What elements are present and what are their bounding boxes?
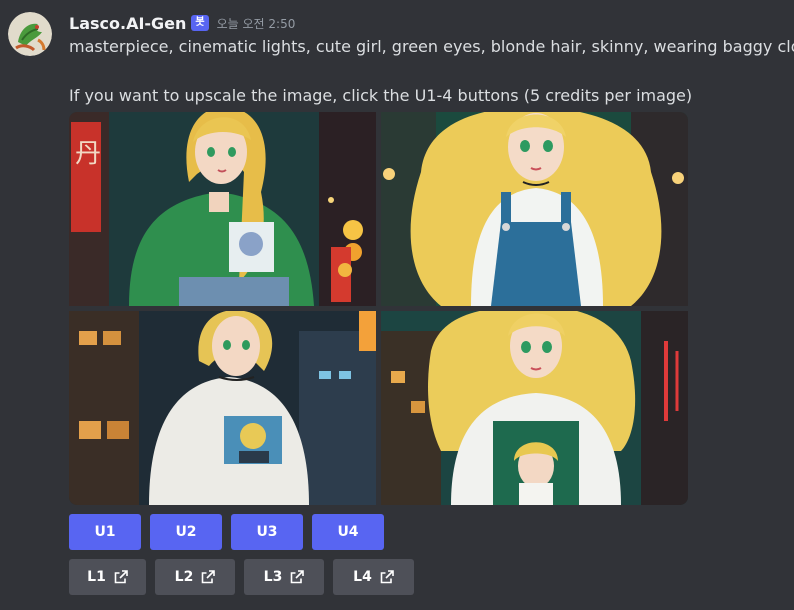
link-button-label: L2 — [174, 569, 194, 585]
external-link-icon — [290, 570, 305, 584]
message-timestamp: 오늘 오전 2:50 — [216, 16, 296, 31]
generated-image-4[interactable] — [381, 311, 688, 505]
avatar[interactable] — [8, 12, 52, 56]
external-link-icon — [114, 570, 128, 584]
upscale-button-u4[interactable]: U4 — [312, 514, 384, 550]
generated-image-3[interactable] — [69, 311, 376, 505]
link-button-l3[interactable]: L3 — [244, 559, 324, 595]
svg-text:丹: 丹 — [75, 139, 101, 169]
link-button-l2[interactable]: L2 — [155, 559, 235, 595]
link-button-label: L4 — [353, 569, 372, 585]
link-button-label: L3 — [263, 569, 283, 585]
link-button-label: L1 — [87, 569, 106, 585]
generated-image-1[interactable]: 丹 — [69, 112, 376, 306]
external-link-icon — [201, 570, 216, 584]
link-button-l4[interactable]: L4 — [333, 559, 414, 595]
generated-image-2[interactable] — [381, 112, 688, 306]
upscale-button-u1[interactable]: U1 — [69, 514, 141, 550]
image-grid: 丹 — [69, 112, 688, 505]
external-link-icon — [380, 570, 394, 584]
link-button-l1[interactable]: L1 — [69, 559, 146, 595]
author-name[interactable]: Lasco.AI-Gen — [69, 14, 186, 33]
bot-badge: 봇 — [191, 15, 209, 31]
upscale-button-u2[interactable]: U2 — [150, 514, 222, 550]
prompt-text: masterpiece, cinematic lights, cute girl… — [69, 37, 794, 56]
upscale-info-text: If you want to upscale the image, click … — [69, 86, 693, 105]
message-header: Lasco.AI-Gen 봇 오늘 오전 2:50 — [69, 12, 295, 34]
upscale-button-u3[interactable]: U3 — [231, 514, 303, 550]
